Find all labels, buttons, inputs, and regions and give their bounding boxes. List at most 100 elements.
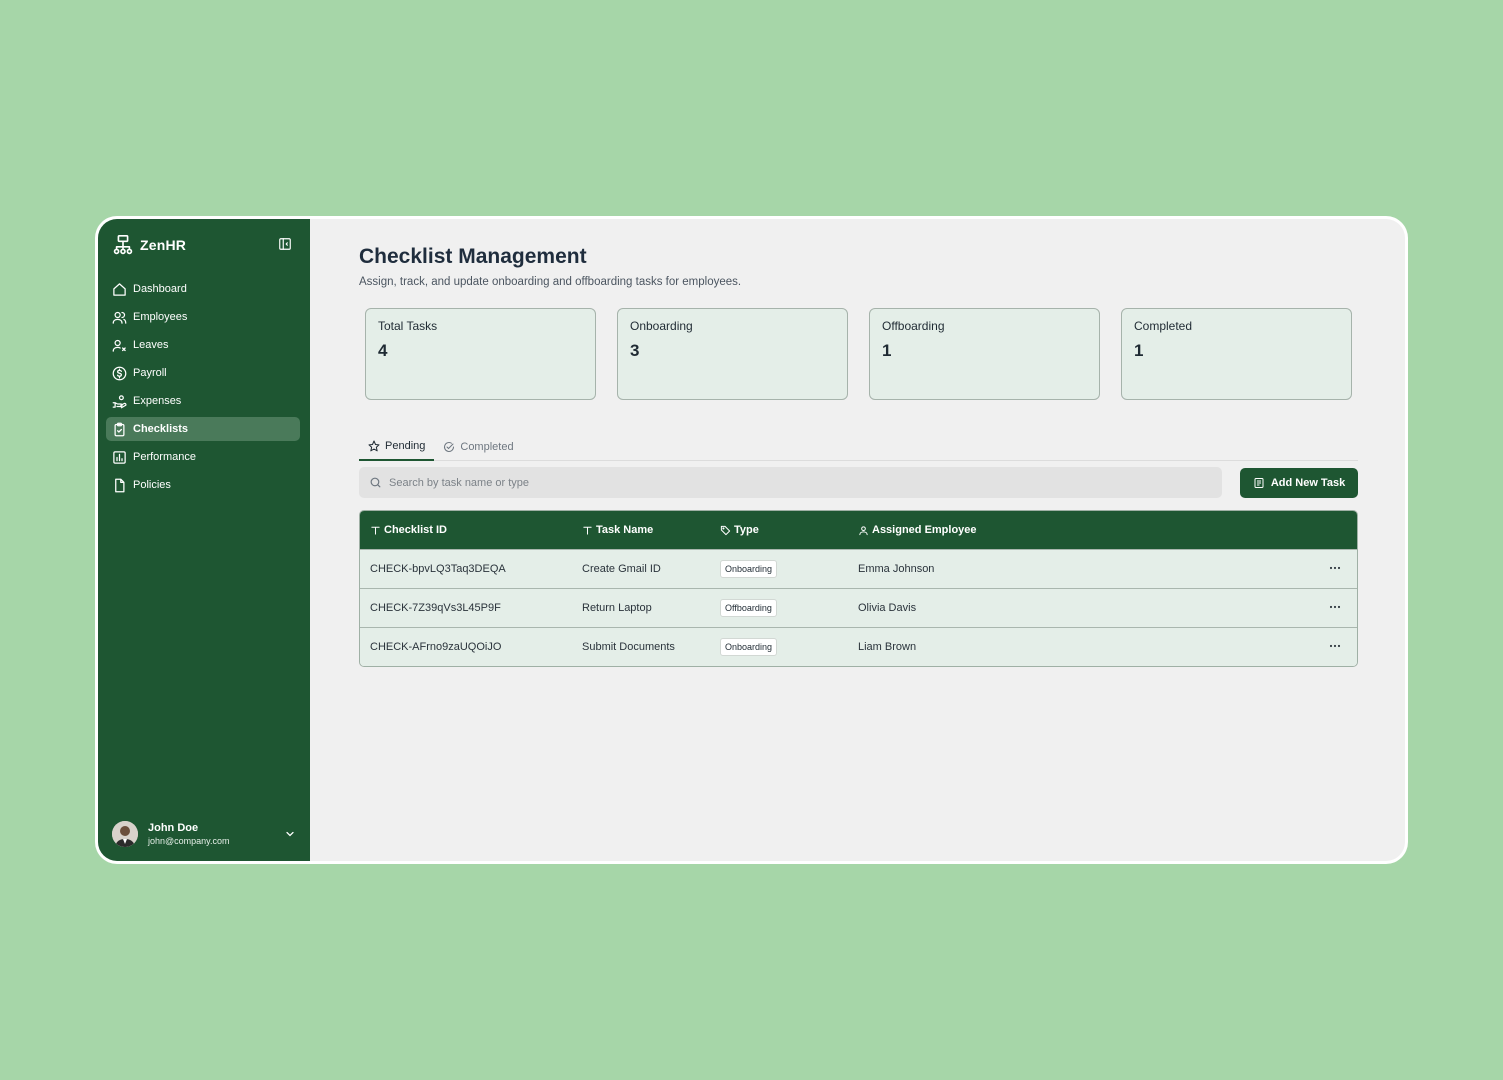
app-container: ZenHR Dashboard Employees Leaves Payroll… — [98, 219, 1405, 861]
text-type-icon — [370, 525, 381, 536]
table-row[interactable]: CHECK-bpvLQ3Taq3DEQA Create Gmail ID Onb… — [360, 549, 1357, 588]
text-type-icon — [582, 525, 593, 536]
stat-card-offboarding: Offboarding 1 — [869, 308, 1100, 400]
table-header: Checklist ID Task Name Type Assigned Emp… — [360, 511, 1357, 549]
column-checklist-id[interactable]: Checklist ID — [360, 524, 572, 536]
more-options-icon[interactable] — [1327, 599, 1343, 615]
sidebar-item-label: Expenses — [133, 395, 182, 407]
sidebar-item-payroll[interactable]: Payroll — [106, 361, 300, 385]
home-icon — [112, 282, 127, 297]
users-icon — [112, 310, 127, 325]
user-info: John Doe john@company.com — [148, 822, 230, 846]
stat-card-completed: Completed 1 — [1121, 308, 1352, 400]
bar-chart-icon — [112, 450, 127, 465]
stats-row: Total Tasks 4 Onboarding 3 Offboarding 1… — [359, 308, 1358, 400]
check-circle-icon — [443, 441, 455, 453]
sidebar-item-label: Dashboard — [133, 283, 187, 295]
user-x-icon — [112, 338, 127, 353]
cell-checklist-id: CHECK-7Z39qVs3L45P9F — [370, 602, 501, 614]
chevron-down-icon[interactable] — [284, 828, 296, 840]
cell-assigned-employee: Olivia Davis — [858, 602, 917, 614]
tag-icon — [720, 525, 731, 536]
clipboard-check-icon — [112, 422, 127, 437]
sidebar-nav: Dashboard Employees Leaves Payroll Expen… — [98, 271, 310, 497]
sidebar-item-employees[interactable]: Employees — [106, 305, 300, 329]
cell-type: Onboarding — [710, 560, 848, 578]
user-menu[interactable]: John Doe john@company.com — [112, 819, 296, 849]
star-icon — [368, 440, 380, 452]
main-content: Checklist Management Assign, track, and … — [310, 219, 1405, 861]
search-box[interactable] — [359, 467, 1222, 498]
cell-assigned-employee: Emma Johnson — [858, 563, 935, 575]
note-icon — [1253, 477, 1265, 489]
cell-checklist-id: CHECK-AFrno9zaUQOiJO — [370, 641, 502, 653]
stat-label: Total Tasks — [378, 319, 438, 333]
cell-task-name: Create Gmail ID — [582, 563, 661, 575]
cell-task-name: Submit Documents — [582, 641, 675, 653]
tab-pending[interactable]: Pending — [359, 432, 435, 461]
stat-value: 4 — [378, 341, 388, 360]
column-label: Checklist ID — [384, 524, 447, 536]
sidebar-collapse-icon[interactable] — [278, 237, 294, 253]
add-new-task-label: Add New Task — [1270, 476, 1346, 489]
sidebar-item-label: Policies — [133, 479, 171, 491]
cell-type: Offboarding — [710, 599, 848, 617]
column-task-name[interactable]: Task Name — [572, 524, 710, 536]
more-options-icon[interactable] — [1327, 560, 1343, 576]
app-window: ZenHR Dashboard Employees Leaves Payroll… — [95, 216, 1408, 864]
sidebar-item-performance[interactable]: Performance — [106, 445, 300, 469]
stat-card-total-tasks: Total Tasks 4 — [365, 308, 596, 400]
table-row[interactable]: CHECK-7Z39qVs3L45P9F Return Laptop Offbo… — [360, 588, 1357, 627]
tab-label: Completed — [460, 440, 514, 453]
cell-actions — [1317, 599, 1357, 618]
dollar-circle-icon — [112, 366, 127, 381]
stat-value: 3 — [630, 341, 640, 360]
stat-label: Onboarding — [630, 319, 693, 333]
type-badge: Onboarding — [720, 560, 778, 578]
cell-actions — [1317, 638, 1357, 657]
checklist-table: Checklist ID Task Name Type Assigned Emp… — [359, 510, 1358, 667]
cell-assigned-employee: Liam Brown — [858, 641, 917, 653]
column-label: Assigned Employee — [872, 524, 977, 536]
brand-name: ZenHR — [140, 237, 187, 253]
sidebar-item-label: Checklists — [133, 423, 189, 435]
add-new-task-button[interactable]: Add New Task — [1240, 467, 1358, 498]
cell-type: Onboarding — [710, 638, 848, 656]
tab-completed[interactable]: Completed — [434, 432, 522, 461]
column-assigned-employee[interactable]: Assigned Employee — [848, 524, 1317, 536]
stat-label: Completed — [1134, 319, 1193, 333]
more-options-icon[interactable] — [1327, 638, 1343, 654]
sidebar-item-label: Payroll — [133, 367, 167, 379]
sidebar-item-checklists[interactable]: Checklists — [106, 417, 300, 441]
org-chart-logo-icon — [112, 234, 134, 256]
sidebar-item-expenses[interactable]: Expenses — [106, 389, 300, 413]
user-email: john@company.com — [148, 836, 230, 846]
toolbar: Add New Task — [359, 467, 1358, 498]
column-label: Task Name — [596, 524, 654, 536]
page-subtitle: Assign, track, and update onboarding and… — [359, 276, 742, 288]
stat-value: 1 — [1134, 341, 1144, 360]
brand: ZenHR — [98, 219, 310, 271]
sidebar-item-policies[interactable]: Policies — [106, 473, 300, 497]
table-row[interactable]: CHECK-AFrno9zaUQOiJO Submit Documents On… — [360, 627, 1357, 666]
stat-label: Offboarding — [882, 319, 945, 333]
cell-task-name: Return Laptop — [582, 602, 652, 614]
user-icon — [858, 525, 869, 536]
sidebar-item-label: Employees — [133, 311, 188, 323]
search-input[interactable] — [389, 476, 1212, 489]
cell-checklist-id: CHECK-bpvLQ3Taq3DEQA — [370, 563, 506, 575]
search-icon — [369, 476, 382, 489]
stat-card-onboarding: Onboarding 3 — [617, 308, 848, 400]
user-name: John Doe — [148, 822, 199, 834]
type-badge: Onboarding — [720, 638, 778, 656]
page-title: Checklist Management — [359, 245, 587, 268]
column-type[interactable]: Type — [710, 524, 848, 536]
column-label: Type — [734, 524, 759, 536]
sidebar-item-dashboard[interactable]: Dashboard — [106, 277, 300, 301]
sidebar-item-leaves[interactable]: Leaves — [106, 333, 300, 357]
hand-coins-icon — [112, 394, 127, 409]
sidebar: ZenHR Dashboard Employees Leaves Payroll… — [98, 219, 310, 861]
type-badge: Offboarding — [720, 599, 777, 617]
avatar — [112, 821, 138, 847]
tab-label: Pending — [385, 439, 426, 452]
